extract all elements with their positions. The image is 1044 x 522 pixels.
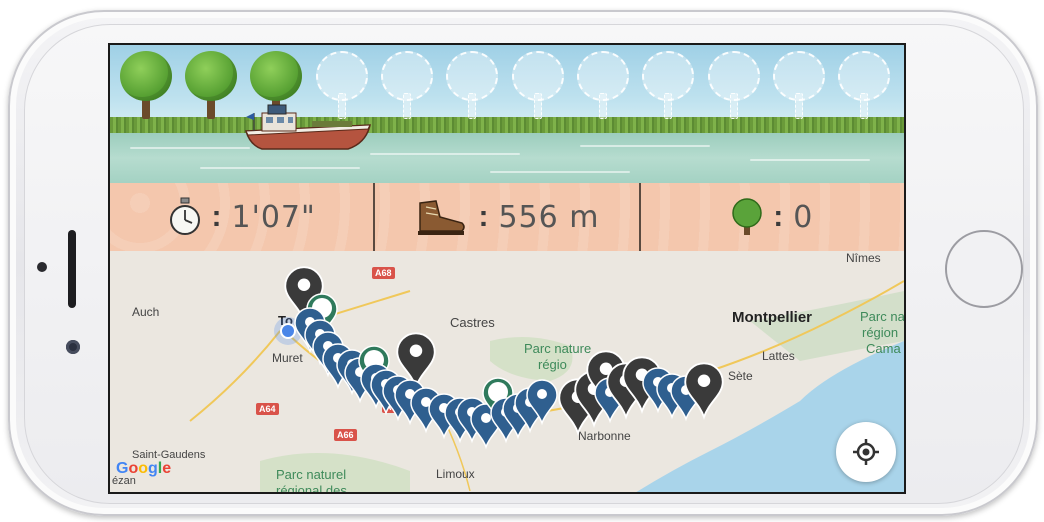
tree-placeholder [706, 51, 762, 119]
wave [750, 159, 870, 161]
distance-value: 556 m [498, 199, 600, 235]
tree-placeholder [379, 51, 435, 119]
trees-value: 0 [793, 199, 814, 235]
canal-bank-grass [110, 117, 904, 133]
crosshair-icon [853, 439, 879, 465]
tree-planted [118, 51, 174, 119]
stat-distance: : 556 m [373, 183, 638, 251]
tree-placeholder [575, 51, 631, 119]
stopwatch-icon [169, 197, 200, 235]
home-button[interactable] [945, 230, 1023, 308]
front-camera [66, 340, 80, 354]
wave [370, 153, 520, 155]
earpiece-speaker [68, 230, 76, 308]
stats-bar: : 1'07" : 556 m : 0 [110, 183, 904, 251]
time-value: 1'07" [231, 199, 316, 235]
tree-placeholder [771, 51, 827, 119]
route-pins [284, 266, 724, 450]
recenter-location-button[interactable] [836, 422, 896, 482]
canal-scene [110, 45, 904, 183]
tree-planted [183, 51, 239, 119]
wave [200, 167, 360, 169]
wave [580, 145, 710, 147]
stat-trees: : 0 [638, 183, 904, 251]
stat-separator: : [773, 200, 784, 233]
wave [130, 147, 250, 149]
stat-time: : 1'07" [110, 183, 373, 251]
tree-placeholder [510, 51, 566, 119]
barge-boat-icon [245, 104, 371, 150]
hiking-boot-icon [418, 200, 466, 235]
google-logo: Google [116, 460, 172, 477]
tree-placeholder [836, 51, 892, 119]
app-screen: : 1'07" : 556 m : 0 Nîmes Auch To Castre… [108, 43, 906, 494]
canal-water [110, 133, 904, 183]
stat-separator: : [478, 200, 489, 233]
tree-icon [732, 198, 763, 235]
tree-placeholder [640, 51, 696, 119]
stat-separator: : [211, 200, 222, 233]
tree-placeholder [444, 51, 500, 119]
proximity-sensor [37, 262, 47, 272]
route-map[interactable]: Nîmes Auch To Castres Montpellier Parc n… [110, 251, 904, 492]
wave [490, 171, 630, 173]
